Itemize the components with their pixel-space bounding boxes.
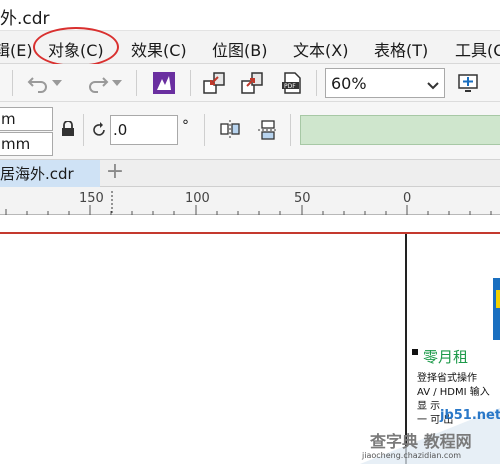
menu-edit[interactable]: 辑(E) [0,37,33,61]
toolbar-separator [316,70,317,96]
color-swatch-field[interactable] [300,115,500,145]
undo-icon[interactable] [24,69,52,97]
fullscreen-icon[interactable] [454,69,482,97]
toolbar-separator [12,70,13,96]
watermark-subtitle: jiaocheng.chazidian.com [362,451,462,460]
selection-handle[interactable] [412,349,418,355]
ruler-label: 0 [403,191,412,206]
undo-dropdown-icon[interactable] [50,69,64,97]
page-text-line[interactable]: AV / HDMI 输入 [417,383,490,398]
menu-bitmaps[interactable]: 位图(B) [212,37,267,61]
svg-text:PDF: PDF [284,83,296,90]
mirror-vertical-icon[interactable] [254,116,282,144]
property-bar: m mm .0 ° [0,102,500,160]
watermark: jb51.net 查字典 教程网 jiaocheng.chazidian.com [360,404,500,464]
height-field[interactable]: mm [0,132,53,156]
menu-tools[interactable]: 工具(O [455,37,500,61]
chevron-down-icon [427,77,439,96]
standard-toolbar: PDF 60% [0,64,500,102]
export-icon[interactable] [238,69,266,97]
lock-ratio-icon[interactable] [58,118,78,140]
ruler-label: 100 [185,191,210,206]
rotate-icon [90,119,110,141]
window-title: 外.cdr [0,9,50,29]
import-icon[interactable] [200,69,228,97]
launch-icon[interactable] [150,69,178,97]
ruler-label: 50 [294,191,311,206]
menu-table[interactable]: 表格(T) [374,37,428,61]
horizontal-ruler: 150 100 50 0 [0,187,500,215]
menu-text[interactable]: 文本(X) [293,37,348,61]
highlight-circle [33,27,119,67]
mirror-horizontal-icon[interactable] [216,116,244,144]
poster-graphic[interactable] [493,278,500,340]
page-text-line[interactable]: 登择省式操作 [417,369,477,384]
toolbar-separator [290,114,291,146]
watermark-title: 查字典 教程网 [370,432,472,451]
title-bar: 外.cdr [0,0,500,30]
width-field[interactable]: m [0,107,53,131]
degree-label: ° [182,118,189,134]
toolbar-separator [83,114,84,146]
page-heading-text[interactable]: 零月租 [423,346,468,367]
redo-dropdown-icon[interactable] [110,69,124,97]
ruler-label: 150 [79,191,104,206]
toolbar-separator [204,114,205,146]
document-tab-bar: 居海外.cdr + [0,160,500,187]
pdf-icon[interactable]: PDF [278,69,306,97]
menu-effects[interactable]: 效果(C) [131,37,187,61]
add-tab-button[interactable]: + [104,161,126,184]
tab-document[interactable]: 居海外.cdr [0,160,100,187]
watermark-url: jb51.net [440,408,500,423]
zoom-level-select[interactable]: 60% [325,68,445,98]
redo-icon[interactable] [84,69,112,97]
toolbar-separator [190,70,191,96]
zoom-level-value: 60% [331,74,367,93]
toolbar-separator [136,70,137,96]
ruler-ticks [5,191,492,215]
rotation-angle-field[interactable]: .0 [110,115,178,145]
